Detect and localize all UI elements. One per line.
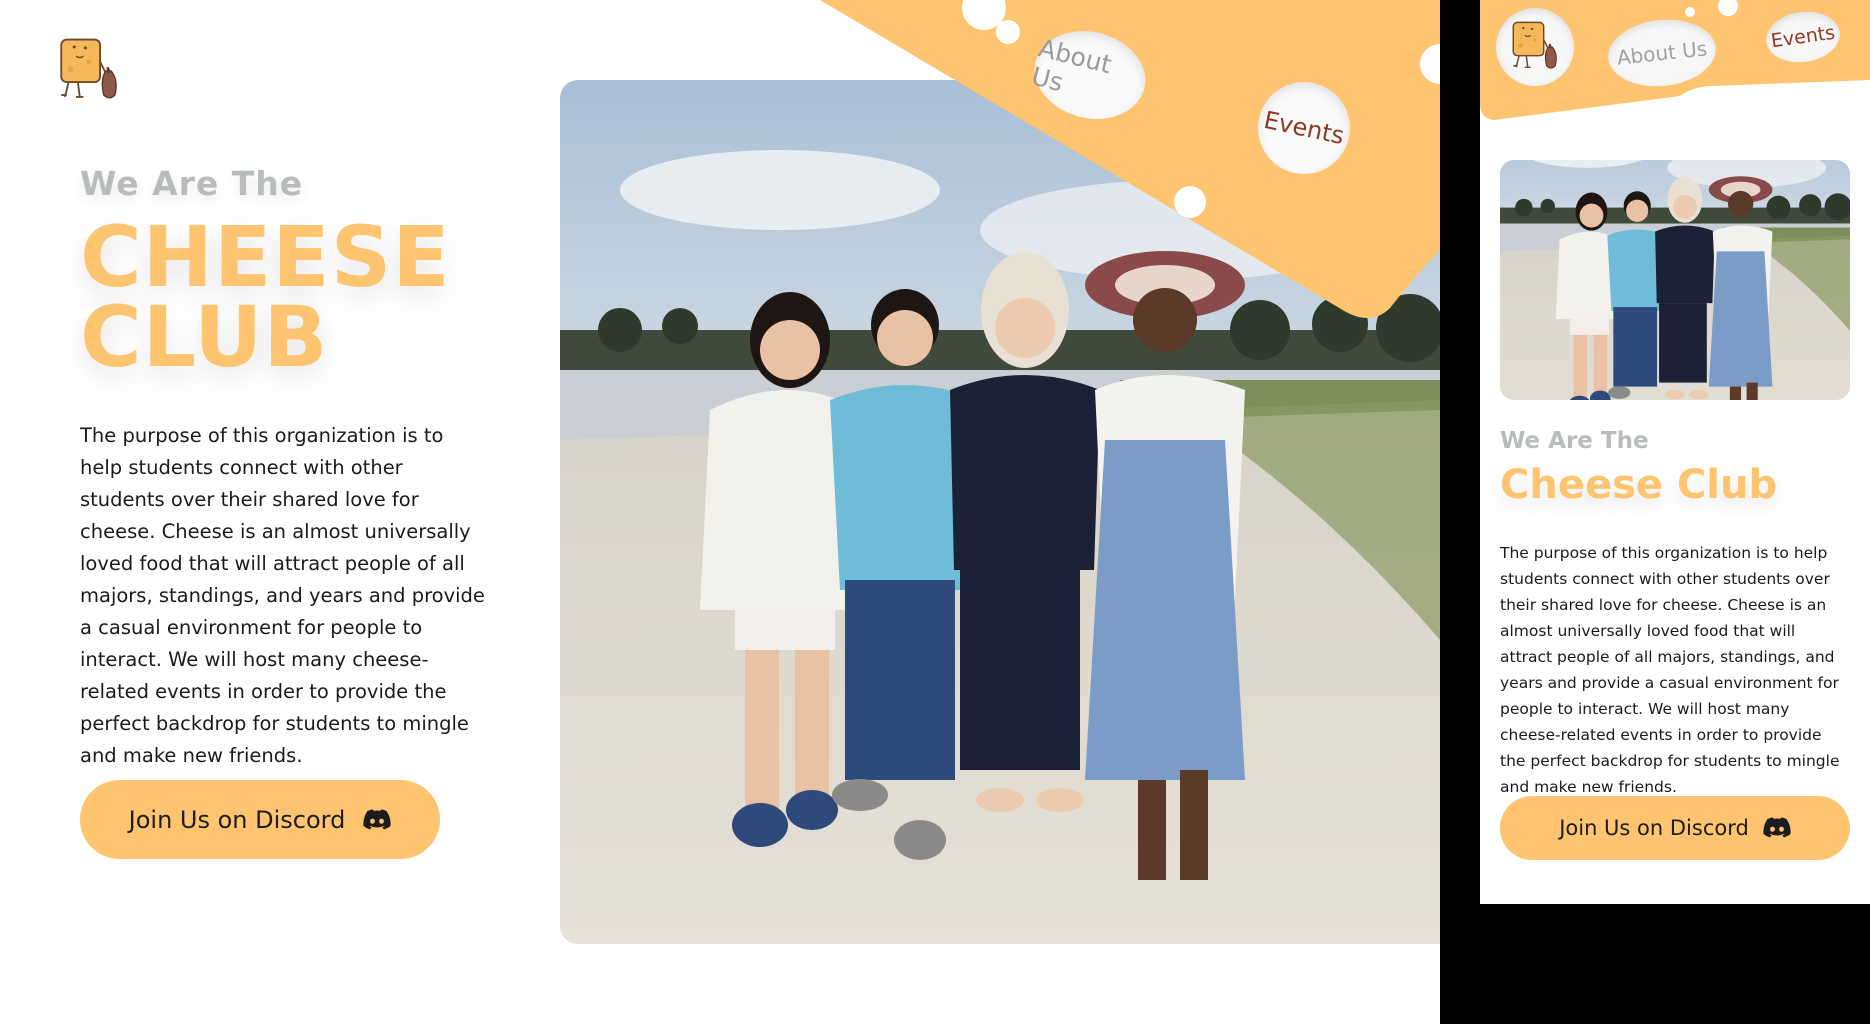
cheese-mascot-icon[interactable] bbox=[52, 34, 126, 108]
mobile-join-discord-label: Join Us on Discord bbox=[1559, 816, 1749, 840]
hero-description: The purpose of this organization is to h… bbox=[80, 424, 485, 767]
mobile-description: The purpose of this organization is to h… bbox=[1500, 544, 1840, 796]
mobile-join-discord-button[interactable]: Join Us on Discord bbox=[1500, 796, 1850, 860]
nav-events-label: Events bbox=[1261, 105, 1347, 151]
hero-title-line2: CLUB bbox=[80, 288, 329, 386]
mobile-title: Cheese Club bbox=[1500, 462, 1778, 508]
mobile-eyebrow: We Are The bbox=[1500, 428, 1649, 454]
desktop-page: About Us Events We Are The CHEESE CLUB T… bbox=[0, 0, 1440, 1024]
join-discord-label: Join Us on Discord bbox=[128, 805, 346, 834]
mobile-discord-icon bbox=[1763, 817, 1791, 839]
discord-icon bbox=[363, 809, 391, 831]
mobile-page: About Us Events We Are The Cheese Club T… bbox=[1480, 0, 1870, 904]
group-photo bbox=[560, 80, 1440, 944]
hero-heading: We Are The CHEESE CLUB bbox=[80, 164, 500, 386]
hero-title: CHEESE CLUB bbox=[80, 208, 500, 386]
join-discord-button[interactable]: Join Us on Discord bbox=[80, 780, 440, 859]
hero-title-line1: CHEESE bbox=[80, 208, 451, 306]
mobile-group-photo bbox=[1500, 160, 1850, 400]
mobile-nav-events-label: Events bbox=[1769, 21, 1837, 53]
mobile-cheese-mascot-icon[interactable] bbox=[1496, 8, 1574, 86]
hero-eyebrow: We Are The bbox=[80, 164, 304, 203]
mobile-nav-about-label: About Us bbox=[1615, 36, 1709, 70]
